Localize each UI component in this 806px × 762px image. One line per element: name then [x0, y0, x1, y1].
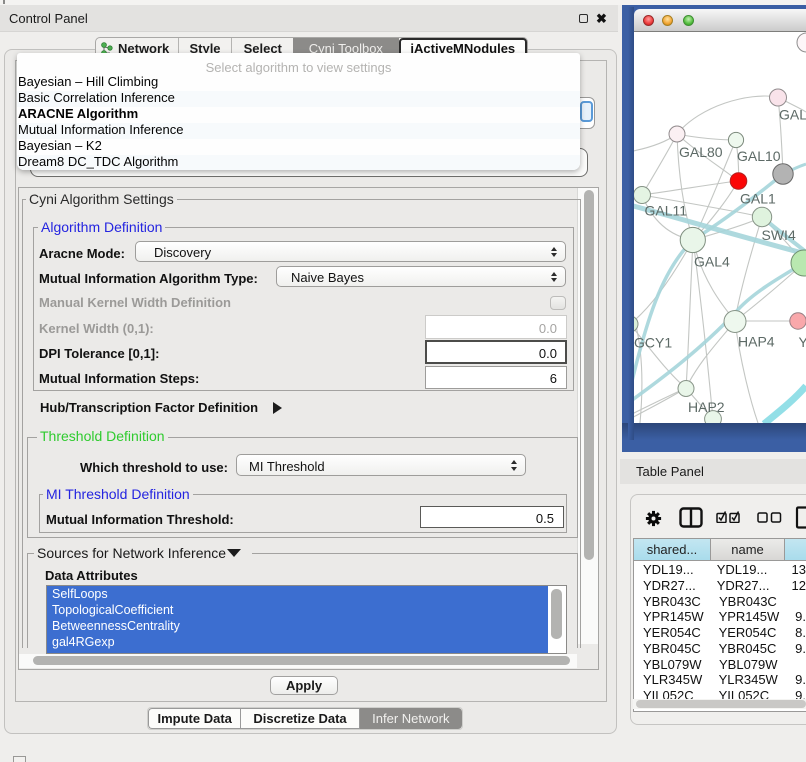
svg-text:GAL11: GAL11	[645, 203, 688, 219]
svg-text:SWI4: SWI4	[762, 227, 796, 243]
svg-text:GAL: GAL	[779, 107, 806, 123]
svg-text:GAL80: GAL80	[679, 144, 723, 160]
svg-text:Y: Y	[799, 334, 806, 350]
svg-text:GAL10: GAL10	[737, 148, 781, 164]
svg-text:HAP4: HAP4	[738, 334, 775, 350]
svg-text:GAL1: GAL1	[740, 191, 776, 207]
svg-text:GCY1: GCY1	[634, 335, 672, 351]
svg-text:HAP2: HAP2	[688, 399, 725, 415]
svg-text:GAL4: GAL4	[694, 254, 730, 270]
